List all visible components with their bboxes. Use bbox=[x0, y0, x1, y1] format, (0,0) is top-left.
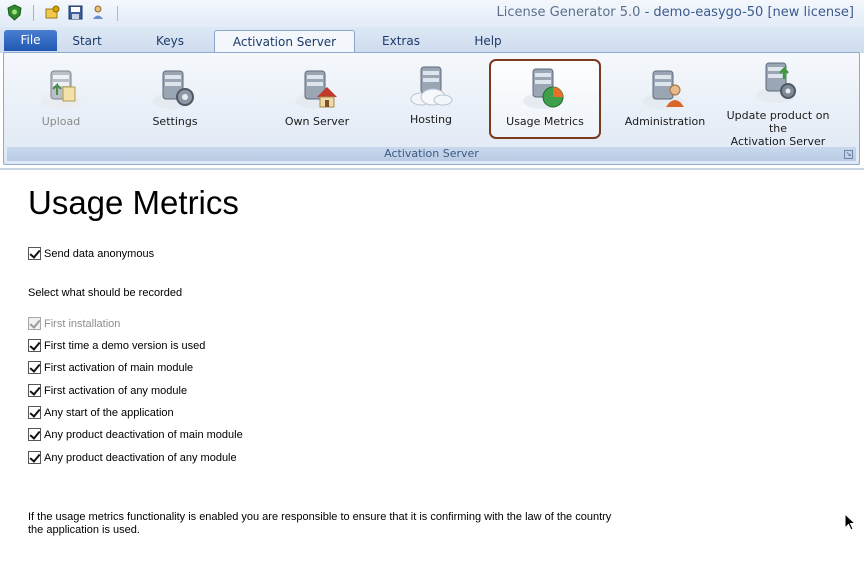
send-anonymous-label: Send data anonymous bbox=[44, 247, 155, 260]
update-product-label-line1: Update product on the bbox=[726, 109, 830, 135]
app-shield-icon[interactable] bbox=[6, 4, 23, 21]
option-label: Any product deactivation of any module bbox=[44, 451, 237, 464]
server-chart-icon bbox=[523, 68, 564, 109]
option-label: First time a demo version is used bbox=[44, 339, 206, 352]
legal-note-line1: If the usage metrics functionality is en… bbox=[28, 511, 612, 523]
option-label: First activation of any module bbox=[44, 384, 188, 397]
send-anonymous-checkbox[interactable]: Send data anonymous bbox=[28, 247, 154, 260]
app-title: License Generator 5.0 bbox=[496, 5, 641, 20]
checkbox-box[interactable] bbox=[28, 406, 41, 419]
dialog-launcher-icon[interactable]: ↘ bbox=[844, 150, 853, 159]
settings-label: Settings bbox=[152, 115, 198, 128]
option-deactivation-main[interactable]: Any product deactivation of main module bbox=[28, 428, 243, 441]
hosting-button[interactable]: Hosting bbox=[392, 59, 470, 139]
update-product-button[interactable]: Update product on the Activation Server bbox=[716, 57, 840, 148]
hosting-label: Hosting bbox=[409, 113, 453, 126]
update-product-label: Update product on the Activation Server bbox=[716, 109, 840, 148]
tab-activation-server[interactable]: Activation Server bbox=[214, 30, 355, 53]
option-first-activation-main[interactable]: First activation of main module bbox=[28, 361, 193, 374]
checkbox-box[interactable] bbox=[28, 339, 41, 352]
option-first-installation: First installation bbox=[28, 317, 120, 330]
document-name: demo-easygo-50 [new license] bbox=[653, 5, 854, 20]
option-label: First activation of main module bbox=[44, 361, 194, 374]
window-title: License Generator 5.0 - demo-easygo-50 [… bbox=[496, 5, 854, 20]
checkbox-box[interactable] bbox=[28, 361, 41, 374]
legal-note-line2: the application is used. bbox=[28, 524, 140, 536]
ribbon-tab-bar: File Start Keys Activation Server Extras… bbox=[0, 27, 864, 53]
checkbox-box[interactable] bbox=[28, 428, 41, 441]
toolbar-end-separator bbox=[117, 6, 118, 21]
option-first-demo-use[interactable]: First time a demo version is used bbox=[28, 339, 205, 352]
own-server-label: Own Server bbox=[284, 115, 350, 128]
server-gear-icon bbox=[153, 70, 194, 109]
title-bar: License Generator 5.0 - demo-easygo-50 [… bbox=[0, 0, 864, 27]
server-upload-icon bbox=[41, 70, 81, 109]
tab-start[interactable]: Start bbox=[60, 30, 114, 53]
option-label: Any start of the application bbox=[44, 406, 174, 419]
option-label: Any product deactivation of main module bbox=[44, 428, 243, 441]
checkbox-box[interactable] bbox=[28, 384, 41, 397]
tab-file[interactable]: File bbox=[4, 30, 57, 51]
ribbon-panel: Upload Settings Own Server Hosting Usage… bbox=[3, 52, 860, 165]
tab-keys[interactable]: Keys bbox=[140, 30, 200, 53]
option-label: First installation bbox=[44, 317, 121, 330]
quick-access-toolbar bbox=[6, 4, 107, 21]
toolbar-separator bbox=[33, 4, 34, 21]
tab-extras[interactable]: Extras bbox=[370, 30, 432, 53]
option-any-start[interactable]: Any start of the application bbox=[28, 406, 174, 419]
server-cloud-icon bbox=[410, 66, 453, 106]
legal-note: If the usage metrics functionality is en… bbox=[28, 511, 628, 537]
page-title: Usage Metrics bbox=[28, 184, 239, 221]
ribbon-group-label: Activation Server bbox=[7, 147, 856, 161]
open-keys-icon[interactable] bbox=[44, 4, 61, 21]
user-search-icon[interactable] bbox=[90, 4, 107, 21]
title-separator: - bbox=[640, 5, 654, 20]
tab-help[interactable]: Help bbox=[460, 30, 516, 53]
administration-label: Administration bbox=[624, 115, 706, 128]
server-update-icon bbox=[756, 62, 796, 103]
upload-button[interactable]: Upload bbox=[22, 59, 100, 139]
own-server-button[interactable]: Own Server bbox=[274, 59, 360, 139]
mouse-cursor-icon bbox=[844, 513, 856, 531]
select-recorded-label: Select what should be recorded bbox=[28, 287, 183, 299]
upload-label: Upload bbox=[41, 115, 81, 128]
settings-button[interactable]: Settings bbox=[136, 59, 214, 139]
checkbox-box bbox=[28, 317, 41, 330]
option-deactivation-any[interactable]: Any product deactivation of any module bbox=[28, 451, 237, 464]
usage-metrics-button[interactable]: Usage Metrics bbox=[489, 59, 601, 139]
usage-metrics-label: Usage Metrics bbox=[506, 115, 584, 128]
server-home-icon bbox=[295, 70, 337, 109]
option-first-activation-any[interactable]: First activation of any module bbox=[28, 384, 187, 397]
checkbox-box[interactable] bbox=[28, 247, 41, 260]
usage-metrics-page: Usage Metrics Send data anonymous Select… bbox=[0, 170, 864, 579]
checkbox-box[interactable] bbox=[28, 451, 41, 464]
administration-button[interactable]: Administration bbox=[620, 59, 710, 139]
save-icon[interactable] bbox=[67, 4, 84, 21]
server-admin-icon bbox=[643, 70, 684, 109]
